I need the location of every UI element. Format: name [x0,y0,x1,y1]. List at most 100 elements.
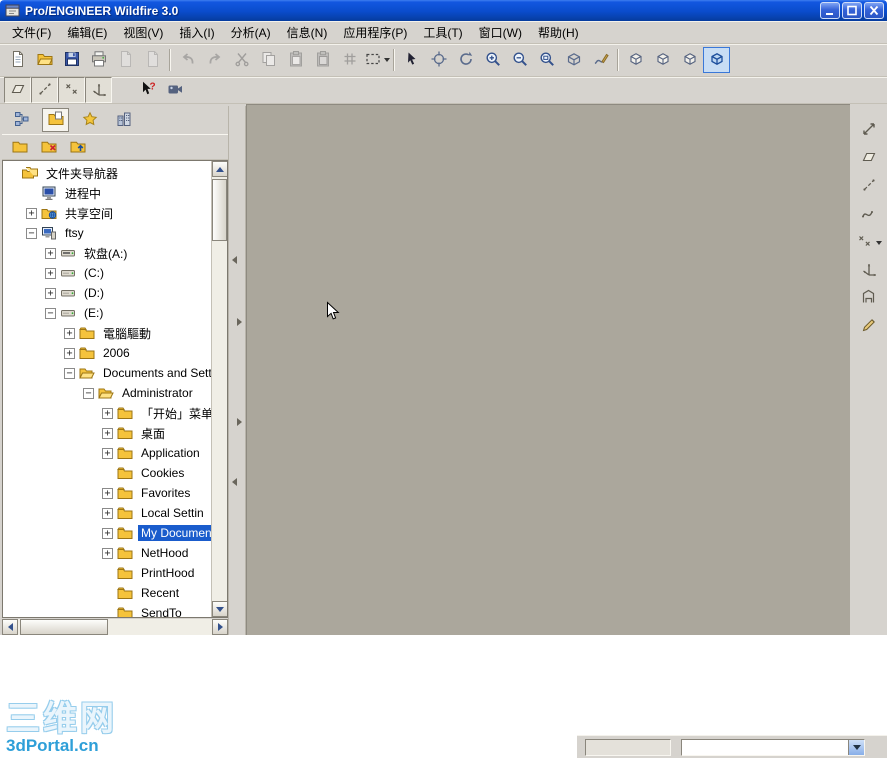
tab-connections[interactable] [110,108,137,132]
tree-item[interactable]: − Administrator [3,383,211,403]
scroll-track[interactable] [212,177,227,601]
collapse-icon[interactable]: − [26,227,37,239]
titlebar[interactable]: Pro/ENGINEER Wildfire 3.0 [0,0,887,21]
tree-item-label[interactable]: SendTo [138,605,185,617]
menu-applications[interactable]: 应用程序(P) [335,21,415,44]
combo-dropdown-button[interactable] [848,739,864,755]
tree-item-label[interactable]: Favorites [138,485,193,501]
tree-item[interactable]: + Favorites [3,483,211,503]
tree-item-label[interactable]: Application [138,445,203,461]
datum-point-tool-button[interactable] [855,230,883,255]
menu-insert[interactable]: 插入(I) [171,21,222,44]
tree-item-label[interactable]: 文件夹导航器 [43,164,121,183]
context-help-button[interactable]: ? [134,77,161,103]
tree-item-label[interactable]: PrintHood [138,565,197,581]
expand-icon[interactable]: + [64,347,75,359]
scroll-track-h[interactable] [18,619,212,635]
menu-window[interactable]: 窗口(W) [471,21,530,44]
expand-icon[interactable]: + [45,247,56,259]
zoom-out-button[interactable] [506,47,533,73]
save-button[interactable] [58,47,85,73]
tree-item-label[interactable]: 電腦驅動 [100,324,154,343]
graphics-area[interactable] [246,104,850,635]
tree-item[interactable]: Cookies [3,463,211,483]
tree-item[interactable]: 文件夹导航器 [3,163,211,183]
tree-item-label[interactable]: Cookies [138,465,187,481]
scroll-up-button[interactable] [212,161,227,177]
tree-item[interactable]: + 電腦驅動 [3,323,211,343]
tree-item-label[interactable]: Local Settin [138,505,207,521]
collapse-panel-arrow[interactable] [232,256,237,264]
reorient-button[interactable] [560,47,587,73]
scroll-right-button[interactable] [212,619,228,635]
tree-item[interactable]: + Local Settin [3,503,211,523]
datum-axis-tool-button[interactable] [855,174,883,199]
menu-analysis[interactable]: 分析(A) [223,21,279,44]
selection-filter-button[interactable] [363,47,390,73]
minimize-button[interactable] [820,2,840,19]
datum-axes-toggle[interactable] [31,77,58,103]
datum-plane-tool-button[interactable] [855,146,883,171]
dropdown-arrow-icon[interactable] [875,240,882,245]
expand-panel-arrow[interactable] [237,418,242,426]
tree-item-label[interactable]: (E:) [81,305,106,321]
tree-item[interactable]: + NetHood [3,543,211,563]
refit-button[interactable] [533,47,560,73]
expand-icon[interactable]: + [102,547,113,559]
tree-item[interactable]: + Application [3,443,211,463]
expand-icon[interactable]: + [45,267,56,279]
tree-item[interactable]: 进程中 [3,183,211,203]
tree-item-label[interactable]: My Documents [138,525,211,541]
scroll-down-button[interactable] [212,601,227,617]
tab-folder-browser[interactable] [42,108,69,132]
datum-points-toggle[interactable] [58,77,85,103]
expand-icon[interactable]: + [26,207,37,219]
open-file-button[interactable] [31,47,58,73]
up-one-level-button[interactable] [65,136,91,159]
scroll-thumb-h[interactable] [20,619,108,635]
scroll-left-button[interactable] [2,619,18,635]
find-button[interactable] [425,47,452,73]
tree-item[interactable]: +2006 [3,343,211,363]
expand-icon[interactable]: + [102,487,113,499]
expand-icon[interactable]: + [102,527,113,539]
new-file-button[interactable] [4,47,31,73]
tree-item[interactable]: + 共享空间 [3,203,211,223]
spin-center-button[interactable] [452,47,479,73]
view-manager-button[interactable] [649,47,676,73]
sketch-tool-button[interactable] [855,314,883,339]
display-style-button[interactable] [676,47,703,73]
tree-item[interactable]: + 「开始」菜单 [3,403,211,423]
expand-panel-arrow[interactable] [237,318,242,326]
tab-model-tree[interactable] [8,108,35,132]
menu-tools[interactable]: 工具(T) [415,21,470,44]
tree-item[interactable]: + 软盘(A:) [3,243,211,263]
tree-item-label[interactable]: Administrator [119,385,196,401]
tree-item[interactable]: + My Documents [3,523,211,543]
expand-icon[interactable]: + [102,407,113,419]
selection-filter-combo[interactable] [681,738,865,756]
menu-view[interactable]: 视图(V) [115,21,171,44]
zoom-in-button[interactable] [479,47,506,73]
vertical-scrollbar[interactable] [211,161,227,617]
delete-folder-button[interactable] [36,136,62,159]
tree-item-label[interactable]: 「开始」菜单 [138,404,211,423]
collapse-icon[interactable]: − [45,307,56,319]
tree-item-label[interactable]: Recent [138,585,182,601]
horizontal-scrollbar[interactable] [2,619,228,635]
collapse-icon[interactable]: − [83,387,94,399]
tree-item[interactable]: + (D:) [3,283,211,303]
expand-icon[interactable]: + [102,447,113,459]
tree-item-label[interactable]: NetHood [138,545,191,561]
tree-item[interactable]: SendTo [3,603,211,617]
window-activate-button[interactable] [622,47,649,73]
close-button[interactable] [864,2,884,19]
menu-info[interactable]: 信息(N) [279,21,336,44]
model-player-button[interactable] [161,77,188,103]
datum-planes-toggle[interactable] [4,77,31,103]
collapse-panel-arrow[interactable] [232,478,237,486]
tree-item-label[interactable]: (D:) [81,285,107,301]
expand-icon[interactable]: + [102,427,113,439]
tab-favorites[interactable] [76,108,103,132]
tree-item[interactable]: + 桌面 [3,423,211,443]
